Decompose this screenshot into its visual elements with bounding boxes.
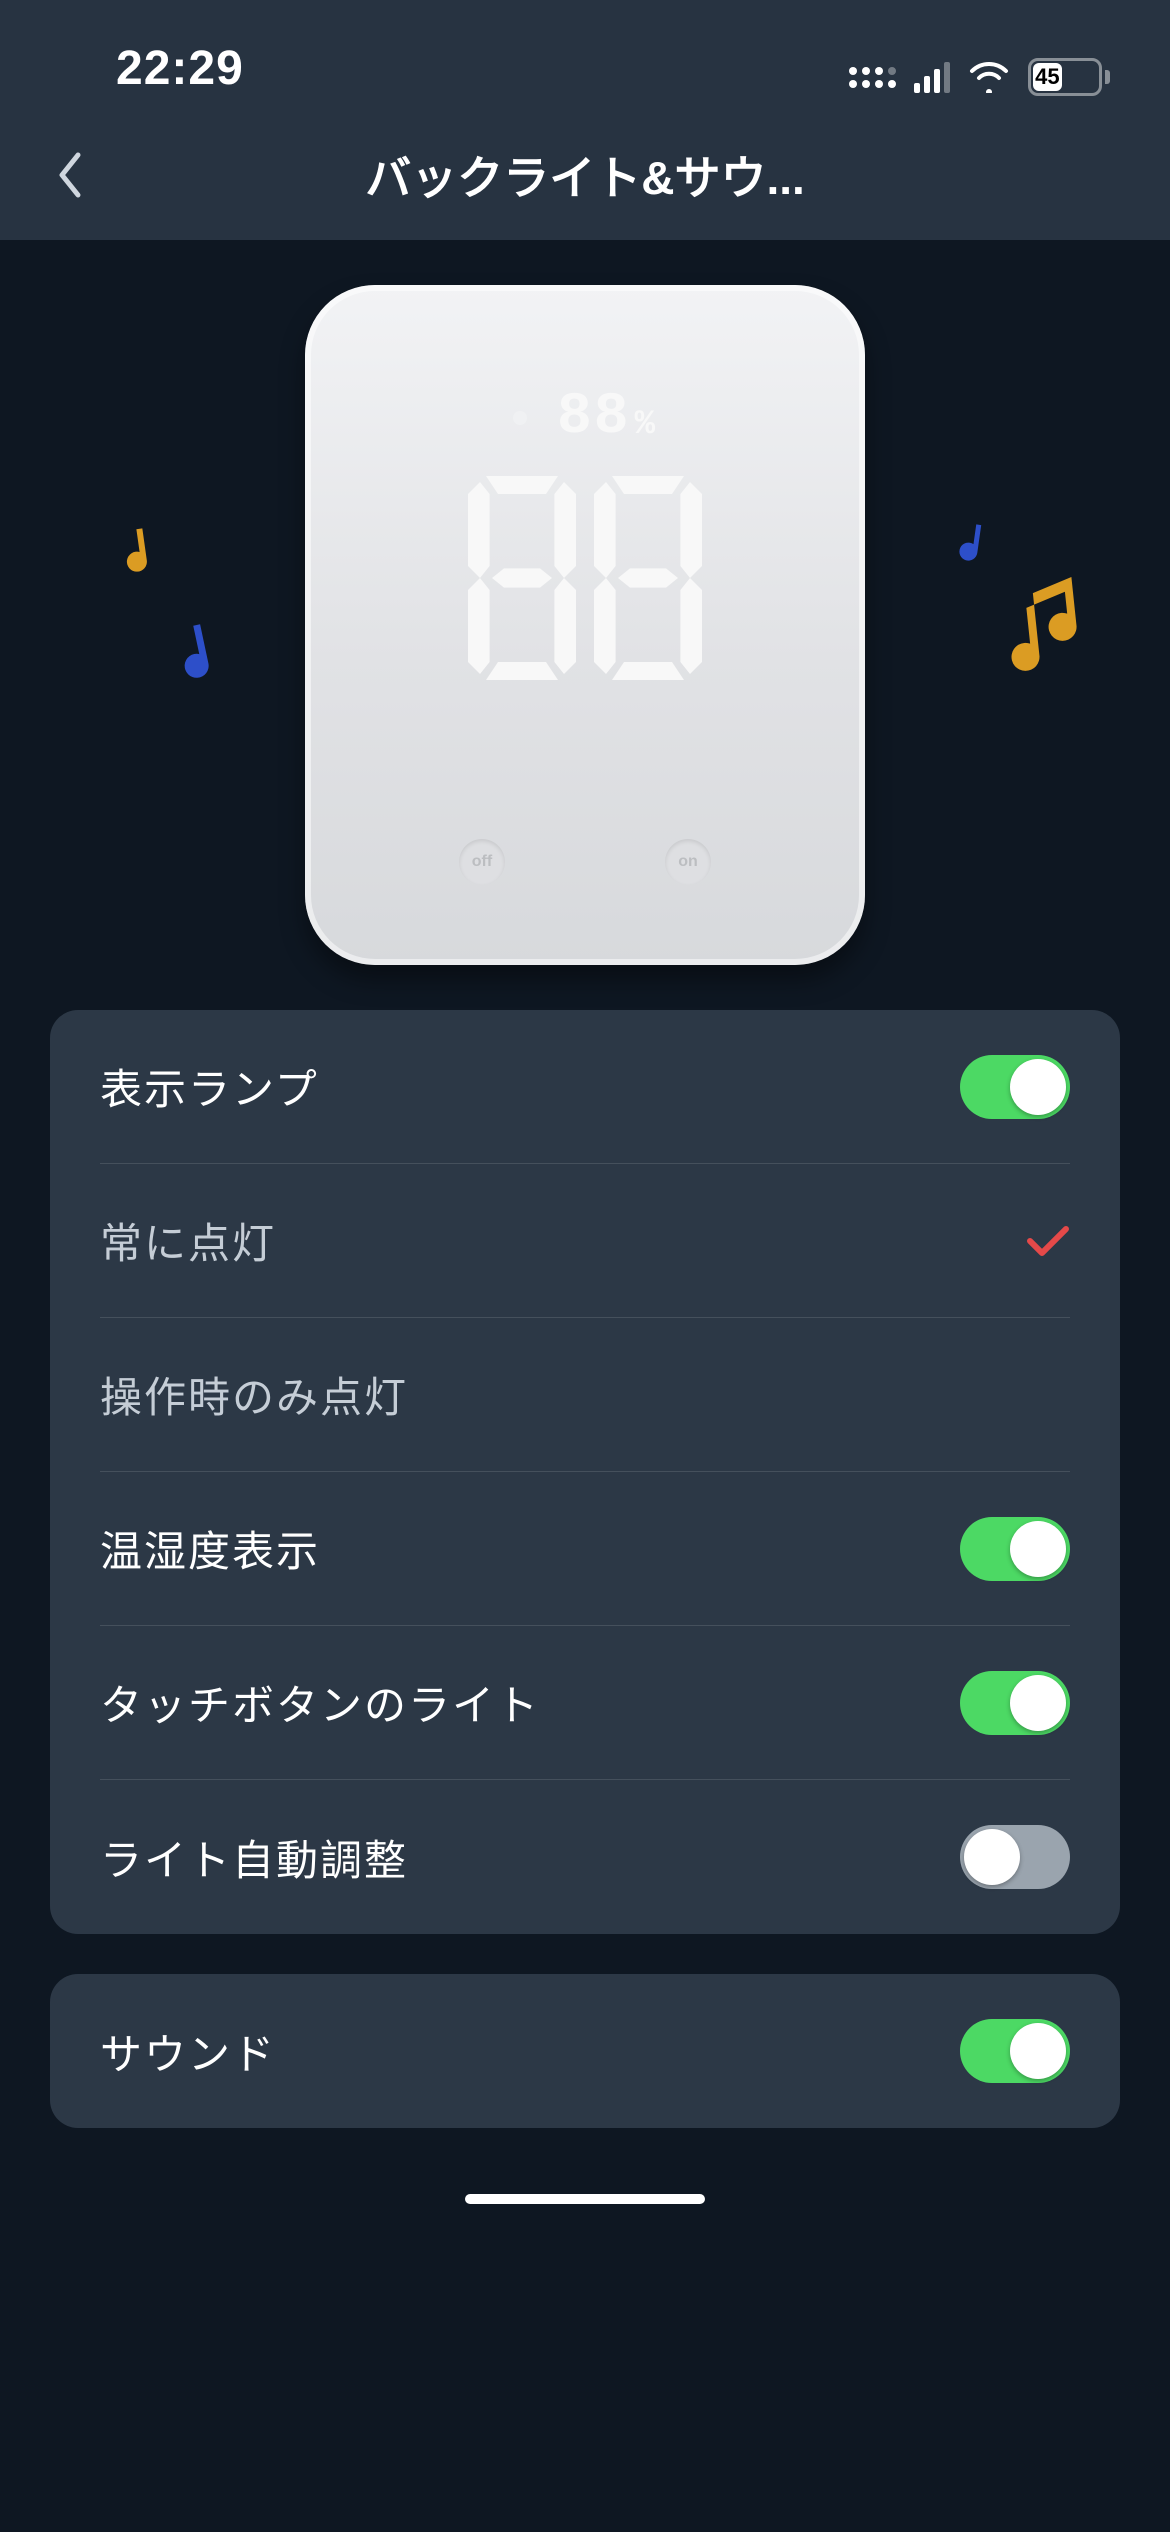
temp-humidity-label: 温湿度表示 bbox=[100, 1518, 320, 1579]
always-on-option[interactable]: 常に点灯 bbox=[100, 1164, 1070, 1318]
temp-humidity-row[interactable]: 温湿度表示 bbox=[100, 1472, 1070, 1626]
indicator-lamp-label: 表示ランプ bbox=[100, 1056, 319, 1117]
device-on-button-icon: on bbox=[665, 839, 711, 885]
device-humidity-row: 88% bbox=[513, 385, 657, 450]
device-humidity-unit: % bbox=[635, 406, 657, 444]
touch-light-row[interactable]: タッチボタンのライト bbox=[100, 1626, 1070, 1780]
sound-row[interactable]: サウンド bbox=[100, 1974, 1070, 2128]
cellular-signal-icon bbox=[914, 61, 950, 93]
seven-segment-digit bbox=[588, 470, 708, 686]
back-button[interactable] bbox=[40, 145, 100, 205]
dual-sim-icon bbox=[849, 67, 896, 88]
device-temp-digits bbox=[462, 470, 708, 686]
indicator-dot-icon bbox=[513, 411, 527, 425]
on-operation-option[interactable]: 操作時のみ点灯 bbox=[100, 1318, 1070, 1472]
music-note-icon bbox=[995, 566, 1095, 680]
status-bar: 22:29 45 bbox=[0, 0, 1170, 110]
device-humidity-value: 88 bbox=[557, 385, 631, 450]
page-title: バックライト&サウ... bbox=[365, 142, 805, 208]
status-time: 22:29 bbox=[116, 41, 244, 96]
indicator-lamp-row[interactable]: 表示ランプ bbox=[100, 1010, 1070, 1164]
battery-icon: 45 bbox=[1028, 58, 1110, 96]
display-settings-panel: 表示ランプ 常に点灯 操作時のみ点灯 温湿度表示 タッチボタンのライト ライト自… bbox=[50, 1010, 1120, 1934]
auto-brightness-row[interactable]: ライト自動調整 bbox=[100, 1780, 1070, 1934]
wifi-icon bbox=[968, 61, 1010, 93]
device-body: 88% bbox=[305, 285, 865, 965]
status-icons: 45 bbox=[849, 58, 1110, 96]
always-on-label: 常に点灯 bbox=[100, 1210, 276, 1271]
auto-brightness-toggle[interactable] bbox=[960, 1825, 1070, 1889]
music-note-icon bbox=[116, 523, 164, 588]
on-operation-label: 操作時のみ点灯 bbox=[100, 1364, 408, 1425]
device-off-button-icon: off bbox=[459, 839, 505, 885]
temp-humidity-toggle[interactable] bbox=[960, 1517, 1070, 1581]
indicator-lamp-toggle[interactable] bbox=[960, 1055, 1070, 1119]
music-note-icon bbox=[950, 518, 993, 577]
home-indicator bbox=[0, 2194, 1170, 2222]
touch-light-toggle[interactable] bbox=[960, 1671, 1070, 1735]
seven-segment-digit bbox=[462, 470, 582, 686]
nav-bar: バックライト&サウ... bbox=[0, 110, 1170, 240]
touch-light-label: タッチボタンのライト bbox=[100, 1672, 540, 1733]
battery-level: 45 bbox=[1035, 64, 1059, 90]
sound-settings-panel: サウンド bbox=[50, 1974, 1120, 2128]
music-note-icon bbox=[168, 616, 233, 700]
sound-label: サウンド bbox=[100, 2021, 276, 2082]
checkmark-icon bbox=[1026, 1223, 1070, 1259]
device-preview: 88% bbox=[0, 240, 1170, 1010]
sound-toggle[interactable] bbox=[960, 2019, 1070, 2083]
auto-brightness-label: ライト自動調整 bbox=[100, 1827, 408, 1888]
